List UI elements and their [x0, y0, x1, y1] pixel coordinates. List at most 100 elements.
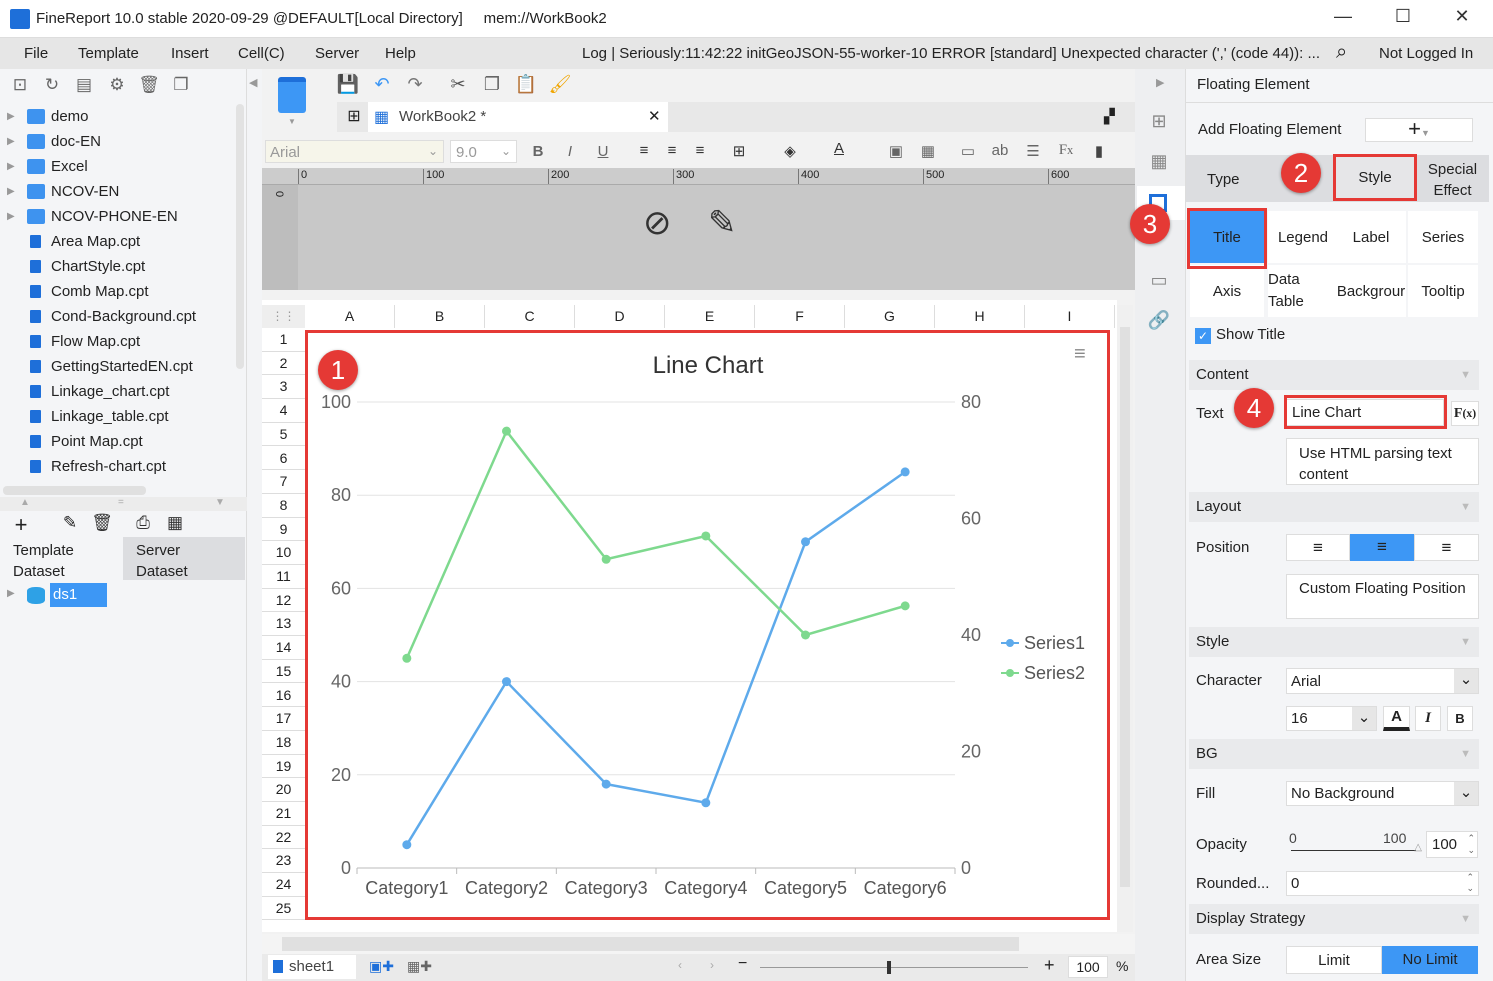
new-workbook-icon[interactable]: ⊞ [342, 105, 366, 129]
align-left-icon[interactable]: ≡ [633, 142, 655, 159]
tree-item[interactable]: Point Map.cpt [0, 429, 235, 454]
italic-icon[interactable]: I [559, 143, 581, 160]
chart-floating-element[interactable]: 0 20 40 60 80 100 0 20 40 60 80 Category1 Category2 C… [305, 330, 1110, 920]
menu-cell[interactable]: Cell(C) [238, 45, 285, 62]
tree-item[interactable]: ▶ doc-EN [0, 129, 235, 154]
row-header[interactable]: 23 [262, 849, 305, 874]
cell-element-icon[interactable]: ▦ [1147, 151, 1171, 175]
widget-icon[interactable]: ▭ [1147, 270, 1171, 294]
add-dataset-icon[interactable]: + [10, 512, 32, 537]
opacity-slider[interactable]: △ [1291, 842, 1422, 853]
limit-button[interactable]: Limit [1286, 946, 1382, 974]
spinner-icon[interactable]: ⌃ ⌄ [1467, 832, 1475, 856]
add-floating-element-button[interactable]: +▼ [1365, 118, 1473, 142]
font-color-icon[interactable]: A [828, 140, 850, 157]
tree-item[interactable]: Flow Map.cpt [0, 329, 235, 354]
tab-workbook2[interactable]: ▦ WorkBook2 * ✕ [368, 102, 668, 132]
copy-icon[interactable]: ❐ [170, 75, 192, 97]
tree-hscrollbar[interactable] [3, 486, 146, 495]
section-layout[interactable]: Layout ▼ [1189, 492, 1479, 522]
row-header[interactable]: 16 [262, 683, 305, 708]
border-icon[interactable]: ⊞ [728, 142, 750, 160]
report-preview-icon[interactable] [278, 77, 306, 113]
row-header[interactable]: 17 [262, 707, 305, 731]
vertical-scrollbar[interactable] [1117, 305, 1133, 932]
section-style[interactable]: Style ▼ [1189, 627, 1479, 657]
zoom-in-button[interactable]: + [1044, 955, 1055, 976]
column-header[interactable]: F [755, 305, 845, 328]
hyperlink-icon[interactable]: 🔗 [1147, 310, 1171, 334]
row-header[interactable]: 15 [262, 659, 305, 684]
row-header[interactable]: 4 [262, 399, 305, 423]
expand-panel-icon[interactable]: ▶ [1156, 76, 1164, 89]
merge-icon[interactable]: ▣ [885, 142, 907, 160]
tree-item[interactable]: ChartStyle.cpt [0, 254, 235, 279]
close-tab-icon[interactable]: ✕ [648, 107, 661, 125]
column-header[interactable]: C [485, 305, 575, 328]
next-sheet-icon[interactable]: › [710, 958, 714, 972]
expand-arrow-icon[interactable]: ▶ [7, 154, 15, 179]
horizontal-scrollbar[interactable] [262, 934, 1135, 954]
tree-item[interactable]: GettingStartedEN.cpt [0, 354, 235, 379]
chart-menu-icon[interactable]: ≡ [1074, 343, 1086, 366]
font-size-select[interactable]: 9.0 ⌄ [450, 140, 517, 163]
row-header[interactable]: 13 [262, 612, 305, 637]
opacity-input[interactable]: 100 ⌃ ⌄ [1426, 831, 1478, 858]
log-message[interactable]: Log | Seriously:11:42:22 initGeoJSON-55-… [582, 45, 1330, 62]
preview-icon[interactable]: ⎙ [132, 513, 154, 535]
dataset-item[interactable]: ▶ ds1 [0, 583, 110, 607]
tree-item[interactable]: Area Map.cpt [0, 229, 235, 254]
insert-rich-text-icon[interactable]: ☰ [1022, 142, 1044, 160]
column-header[interactable]: B [395, 305, 485, 328]
spinner-icon[interactable]: ⌃ ⌄ [1466, 872, 1474, 894]
section-content[interactable]: Content ▼ [1189, 360, 1479, 390]
rounded-input[interactable]: 0 ⌃ ⌄ [1286, 871, 1479, 896]
tab-menu-icon[interactable]: ▞ [1104, 108, 1115, 125]
expand-arrow-icon[interactable]: ▶ [7, 179, 15, 204]
row-header[interactable]: 3 [262, 375, 305, 400]
undo-icon[interactable]: ↶ [370, 72, 394, 96]
row-header[interactable]: 21 [262, 802, 305, 826]
tree-item[interactable]: Linkage_chart.cpt [0, 379, 235, 404]
tree-item[interactable]: Cond-Background.cpt [0, 304, 235, 329]
tree-item[interactable]: Comb Map.cpt [0, 279, 235, 304]
expand-arrow-icon[interactable]: ▶ [7, 129, 15, 154]
sheet-tab[interactable]: sheet1 [268, 955, 356, 979]
bold-button[interactable]: B [1447, 706, 1473, 731]
tree-item[interactable]: Refresh-chart.cpt [0, 454, 235, 479]
split-icon[interactable]: ▦ [917, 142, 939, 160]
column-header[interactable]: A [305, 305, 395, 328]
template-icon[interactable]: ▤ [73, 75, 95, 97]
hide-icon[interactable]: ⊘ [643, 203, 672, 243]
zoom-slider[interactable] [760, 961, 1028, 974]
delete-dataset-icon[interactable]: 🗑 [91, 513, 113, 535]
column-header[interactable]: D [575, 305, 665, 328]
add-form-sheet-icon[interactable]: ▦✚ [407, 958, 432, 975]
subtab-legend[interactable]: Legend [1268, 211, 1338, 263]
tree-item[interactable]: ▶ demo [0, 104, 235, 129]
select-all-corner[interactable]: ⋮⋮ [262, 305, 305, 328]
tree-scrollbar[interactable] [236, 104, 244, 369]
column-header[interactable]: E [665, 305, 755, 328]
redo-icon[interactable]: ↷ [403, 72, 427, 96]
insert-chart-icon[interactable]: ▮ [1088, 142, 1110, 160]
row-header[interactable]: 18 [262, 730, 305, 755]
save-icon[interactable]: 💾 [336, 72, 360, 96]
menu-insert[interactable]: Insert [171, 45, 209, 62]
preview-dropdown-icon[interactable]: ▼ [288, 117, 296, 126]
splitter[interactable]: ▲ = ▼ [0, 497, 247, 511]
row-header[interactable]: 2 [262, 351, 305, 376]
align-center-icon[interactable]: ≡ [661, 142, 683, 159]
section-display-strategy[interactable]: Display Strategy ▼ [1189, 904, 1479, 934]
row-header[interactable]: 10 [262, 541, 305, 565]
row-header[interactable]: 8 [262, 493, 305, 518]
zoom-input[interactable]: 100 [1068, 956, 1108, 978]
refresh-icon[interactable]: ↻ [41, 75, 63, 97]
edit-icon[interactable]: ✎ [59, 513, 81, 535]
subtab-tooltip[interactable]: Tooltip [1408, 265, 1478, 317]
cut-icon[interactable]: ✂ [446, 72, 470, 96]
row-header[interactable]: 5 [262, 422, 305, 447]
row-header[interactable]: 22 [262, 825, 305, 850]
insert-string-icon[interactable]: ab [989, 142, 1011, 159]
row-header[interactable]: 11 [262, 565, 305, 589]
